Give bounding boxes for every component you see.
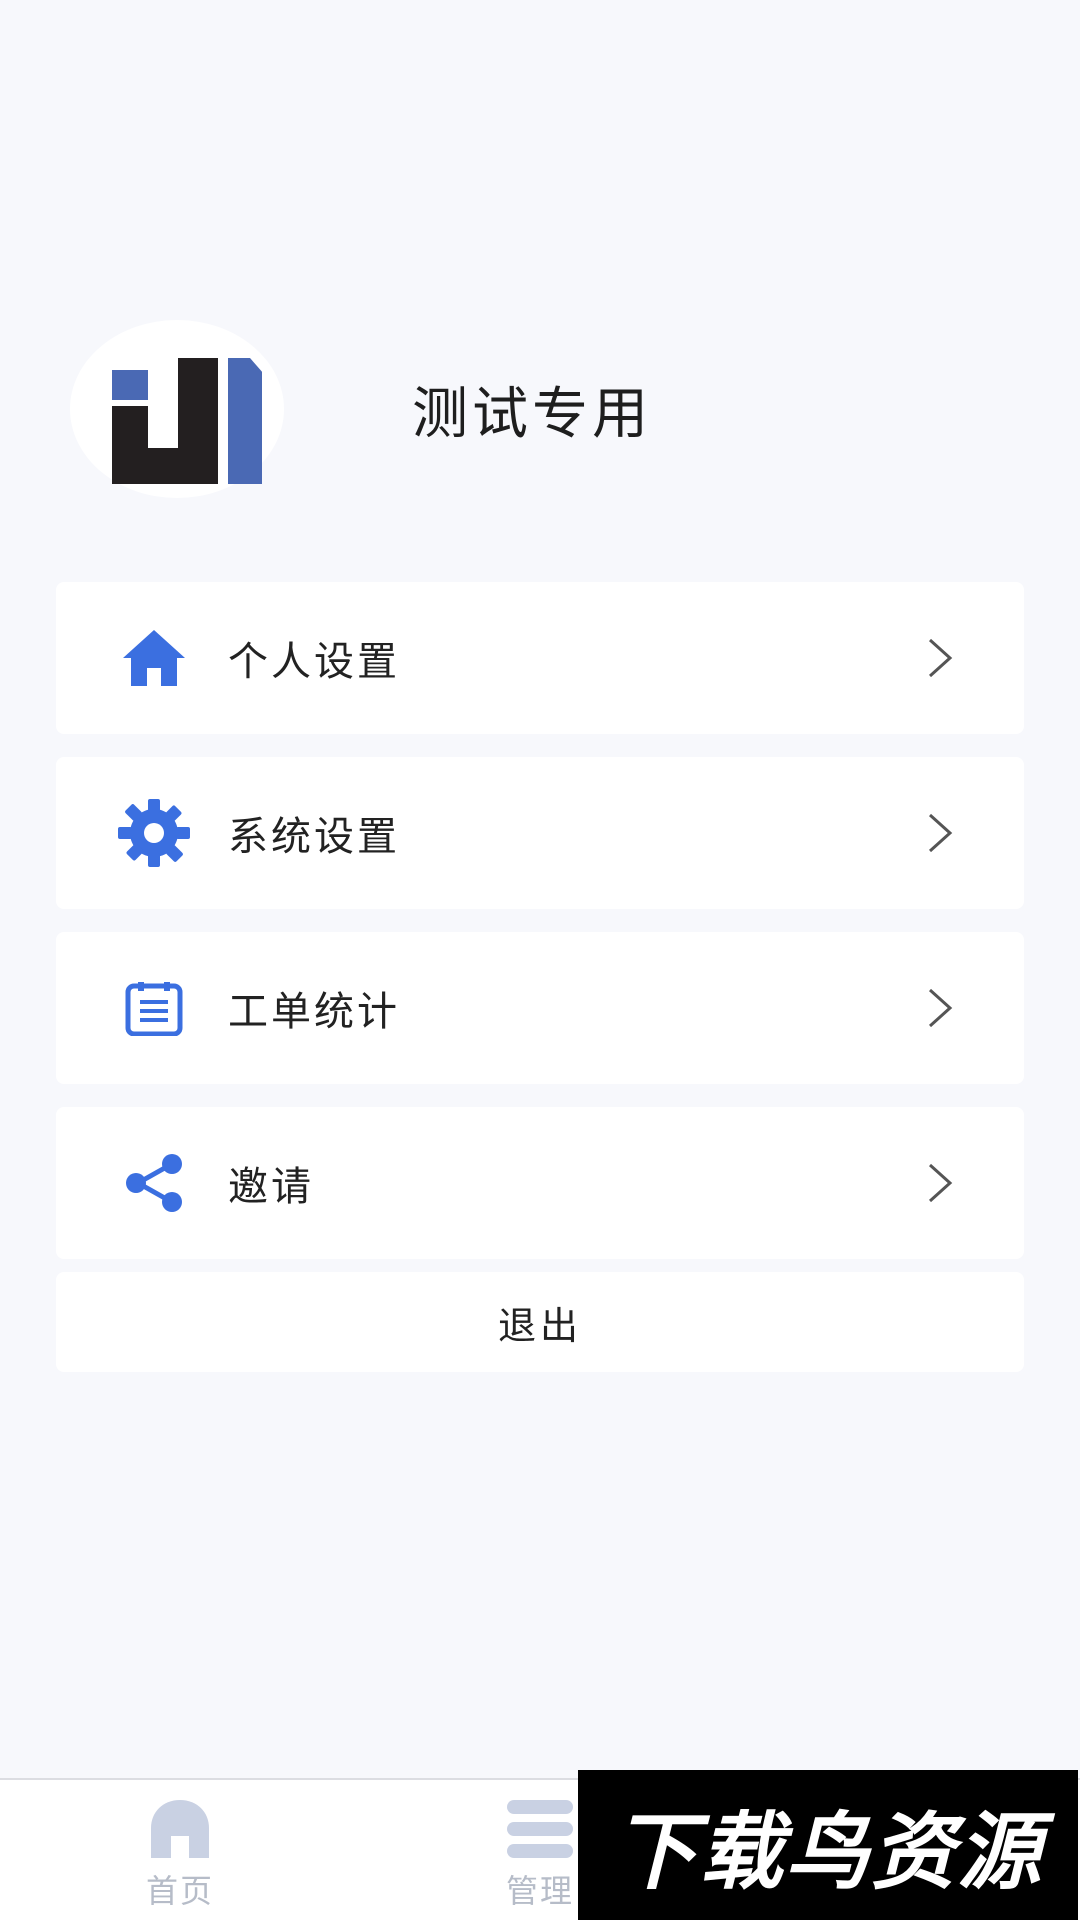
menu-item-system-settings[interactable]: 系统设置 <box>56 757 1024 909</box>
menu-item-label: 工单统计 <box>228 989 400 1035</box>
username: 测试专用 <box>412 381 652 447</box>
watermark-text: 下载鸟资源 <box>612 1802 1043 1901</box>
menu-item-invite[interactable]: 邀请 <box>56 1107 1024 1259</box>
home-icon <box>114 622 194 694</box>
avatar[interactable] <box>70 320 284 498</box>
clipboard-icon <box>114 972 194 1044</box>
menu-item-label: 邀请 <box>228 1164 314 1210</box>
logout-button[interactable]: 退出 <box>56 1272 1024 1372</box>
menu-item-personal-settings[interactable]: 个人设置 <box>56 582 1024 734</box>
home-icon <box>151 1800 209 1858</box>
tab-label: 首页 <box>145 1872 214 1910</box>
chevron-right-icon <box>928 1163 953 1203</box>
watermark-banner: 下载鸟资源 <box>578 1770 1078 1920</box>
share-icon <box>114 1147 194 1219</box>
profile-header: 测试专用 <box>70 320 652 498</box>
list-icon <box>507 1800 573 1858</box>
gear-icon <box>114 797 194 869</box>
settings-menu: 个人设置 系统设置 工单统计 邀请 <box>56 582 1024 1282</box>
app-logo-icon <box>112 358 262 484</box>
chevron-right-icon <box>928 988 953 1028</box>
menu-item-work-order-stats[interactable]: 工单统计 <box>56 932 1024 1084</box>
tab-home[interactable]: 首页 <box>80 1780 280 1920</box>
chevron-right-icon <box>928 813 953 853</box>
tab-label: 管理 <box>505 1872 574 1910</box>
menu-item-label: 系统设置 <box>228 814 400 860</box>
chevron-right-icon <box>928 638 953 678</box>
menu-item-label: 个人设置 <box>228 639 400 685</box>
